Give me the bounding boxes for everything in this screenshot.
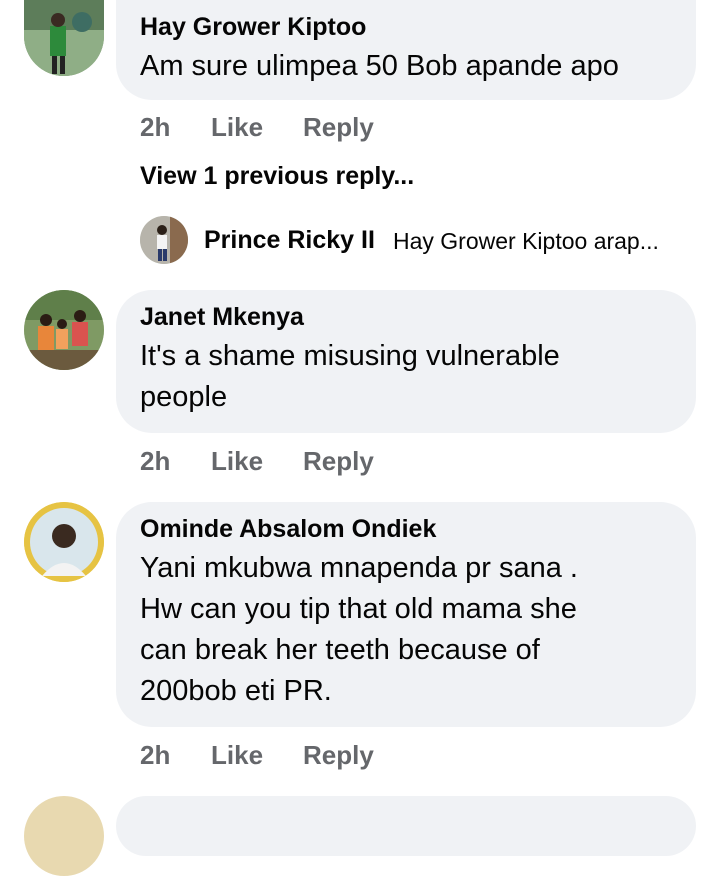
comment-text-line: 200bob eti PR. [140,675,332,707]
comment-author[interactable]: Janet Mkenya [140,302,672,332]
comment-bubble [116,796,696,856]
comment-timestamp[interactable]: 2h [140,112,170,143]
comment-timestamp[interactable]: 2h [140,740,170,771]
comment-text-line: people [140,381,228,413]
comment-text: Am sure ulimpea 50 Bob apande apo [140,50,619,82]
view-previous-replies-link[interactable]: View 1 previous reply... [140,162,414,191]
reply-author[interactable]: Prince Ricky II [204,226,375,255]
comment-text-line: It's a shame misusing vulnerable [140,340,560,372]
comment-text-line: can break her teeth because of [140,634,540,666]
like-button[interactable]: Like [211,740,263,771]
comment-bubble: Ominde Absalom Ondiek Yani mkubwa mnapen… [116,502,696,727]
comment-text-line: Hw can you tip that old mama she [140,593,577,625]
reply-preview[interactable]: Prince Ricky II Hay Grower Kiptoo arap..… [140,216,710,266]
comment-text: It's a shame misusing vulnerable people [140,336,672,418]
reply-button[interactable]: Reply [303,740,374,771]
comment-bubble: Janet Mkenya It's a shame misusing vulne… [116,290,696,433]
reply-button[interactable]: Reply [303,446,374,477]
comment-bubble: Hay Grower Kiptoo Am sure ulimpea 50 Bob… [116,0,696,100]
like-button[interactable]: Like [211,446,263,477]
comment-text: Yani mkubwa mnapenda pr sana . Hw can yo… [140,548,672,712]
reply-button[interactable]: Reply [303,112,374,143]
comment-text-line: Yani mkubwa mnapenda pr sana . [140,552,578,584]
like-button[interactable]: Like [211,112,263,143]
comment-timestamp[interactable]: 2h [140,446,170,477]
commenter-avatar[interactable] [24,0,104,76]
reply-author-avatar[interactable] [140,216,188,264]
commenter-avatar[interactable] [24,502,104,582]
comment-author[interactable]: Ominde Absalom Ondiek [140,514,672,544]
commenter-avatar[interactable] [24,796,104,876]
commenter-avatar[interactable] [24,290,104,370]
comment-author[interactable]: Hay Grower Kiptoo [140,12,672,42]
reply-text-snippet: Hay Grower Kiptoo arap... [393,228,659,254]
